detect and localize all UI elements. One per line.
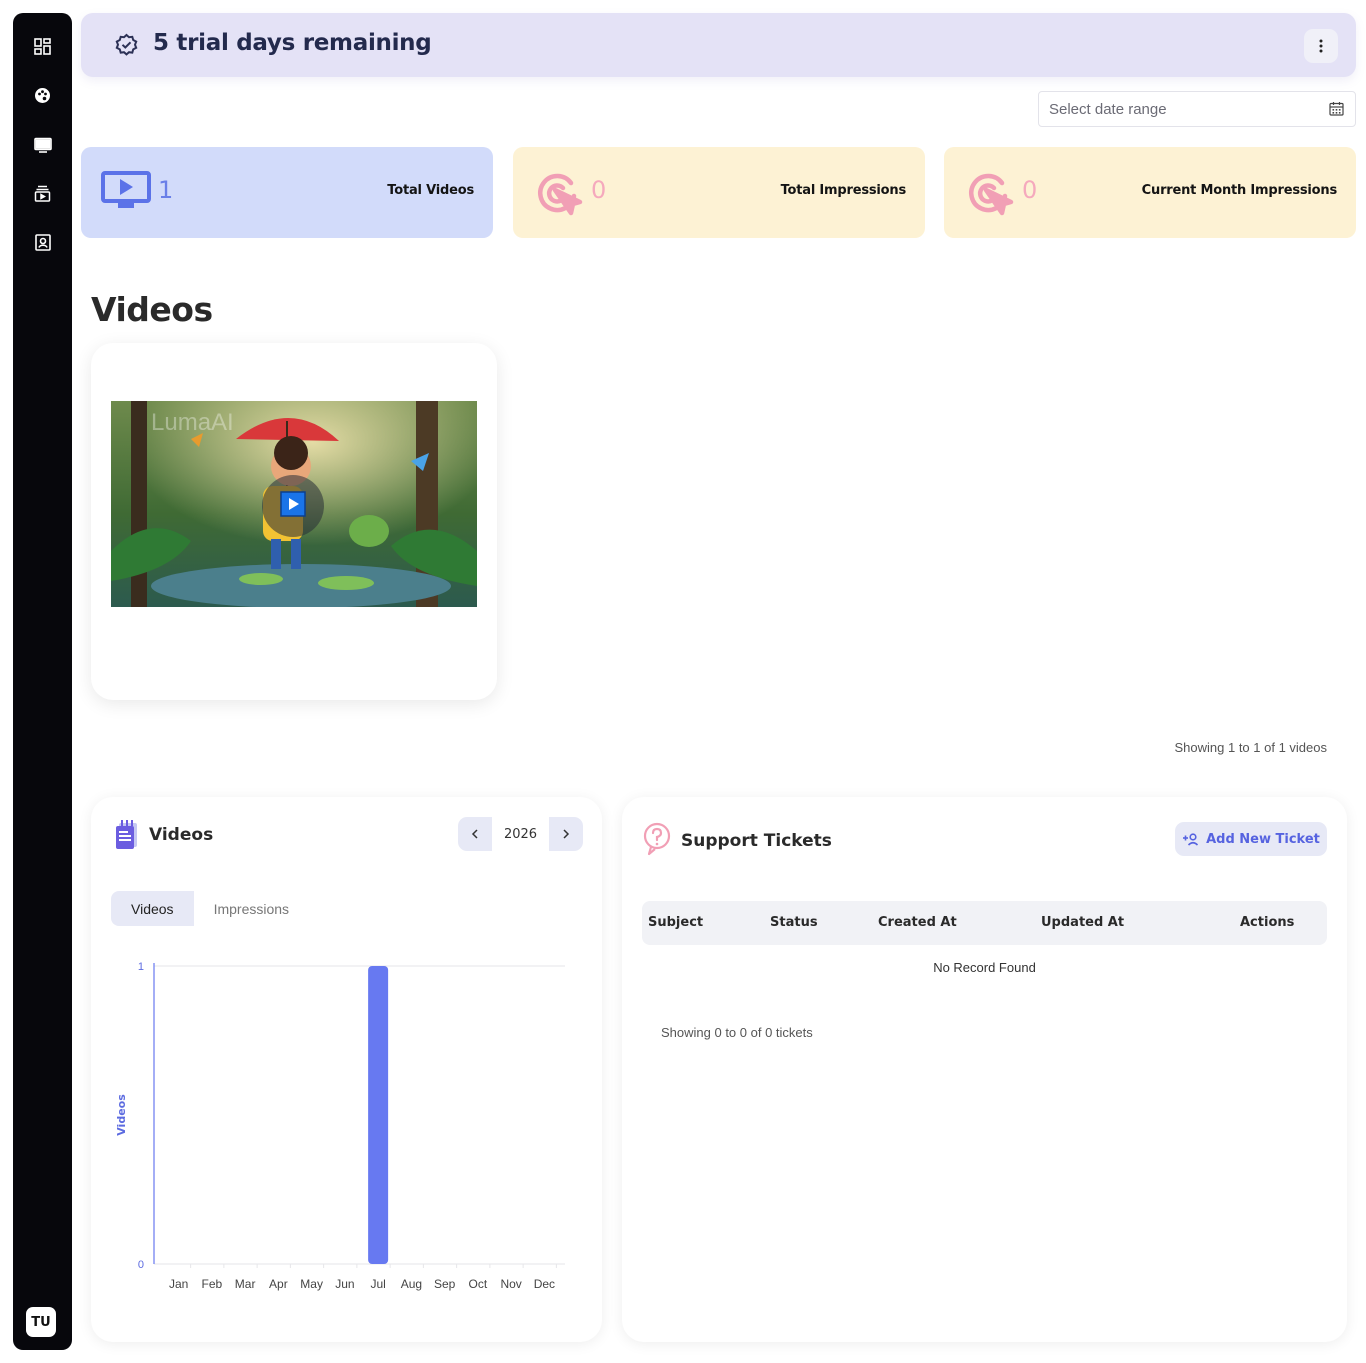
stat-value: 0 (591, 176, 607, 204)
calendar-icon[interactable] (1329, 101, 1344, 120)
stat-card-total-impressions: 0 Total Impressions (513, 147, 925, 238)
tickets-title: Support Tickets (681, 831, 832, 851)
stat-label: Total Impressions (780, 183, 907, 198)
stat-label: Total Videos (387, 183, 474, 198)
column-created-at[interactable]: Created At (878, 915, 957, 930)
x-tick-label: Mar (235, 1277, 256, 1291)
chart-title: Videos (149, 825, 214, 845)
tab-videos[interactable]: Videos (111, 891, 194, 926)
video-monitor-icon (101, 169, 151, 215)
question-circle-icon (642, 822, 672, 860)
more-vertical-icon (1319, 39, 1323, 53)
chevron-right-icon (563, 829, 570, 839)
column-actions: Actions (1240, 915, 1295, 930)
tickets-empty-state: No Record Found (933, 960, 1036, 975)
contact-icon[interactable] (33, 233, 52, 252)
year-value: 2026 (492, 817, 549, 851)
column-status[interactable]: Status (770, 915, 818, 930)
videos-bar-chart: 0 1 Videos Jan Feb Mar Apr May Jun Jul Aug Sep Oct No… (115, 961, 565, 1291)
next-year-button[interactable] (549, 817, 583, 851)
thumbnail-watermark: LumaAI (151, 409, 234, 436)
x-tick-label: Aug (401, 1277, 422, 1291)
date-range-input[interactable] (1039, 92, 1319, 126)
video-card[interactable]: LumaAI (91, 343, 497, 700)
date-range-picker[interactable] (1038, 91, 1356, 127)
chart-tabs: Videos Impressions (111, 891, 309, 926)
videos-pagination-info: Showing 1 to 1 of 1 videos (1174, 740, 1328, 755)
chevron-left-icon (471, 829, 478, 839)
y-axis-label: Videos (115, 1094, 128, 1136)
column-updated-at[interactable]: Updated At (1041, 915, 1124, 930)
play-icon (280, 491, 306, 521)
x-tick-label: Dec (534, 1277, 555, 1291)
add-user-icon (1183, 832, 1199, 846)
trial-banner: 5 trial days remaining (81, 13, 1356, 77)
palette-icon[interactable] (33, 86, 52, 105)
sidebar: TU (13, 13, 72, 1350)
media-library-icon[interactable] (33, 184, 52, 203)
videos-heading: Videos (91, 290, 213, 329)
avatar[interactable]: TU (26, 1307, 56, 1337)
x-tick-label: Feb (202, 1277, 223, 1291)
x-tick-label: Jul (370, 1277, 385, 1291)
videos-chart-card: Videos 2026 Videos Impressions 0 1 Videos J… (91, 797, 602, 1342)
x-tick-label: Nov (500, 1277, 521, 1291)
target-click-icon (964, 169, 1014, 223)
play-button[interactable] (262, 475, 324, 537)
x-tick-label: Apr (269, 1277, 288, 1291)
tickets-table-header: Subject Status Created At Updated At Act… (642, 901, 1327, 945)
stat-card-current-month-impressions: 0 Current Month Impressions (944, 147, 1356, 238)
tickets-pagination-info: Showing 0 to 0 of 0 tickets (661, 1025, 813, 1040)
monitor-icon[interactable] (33, 135, 52, 154)
trial-days-remaining: 5 trial days remaining (153, 30, 432, 56)
y-tick-label: 1 (138, 961, 144, 973)
verified-badge-icon (114, 33, 139, 62)
add-new-ticket-label: Add New Ticket (1206, 831, 1320, 847)
add-new-ticket-button[interactable]: Add New Ticket (1175, 822, 1327, 856)
tab-impressions[interactable]: Impressions (194, 891, 309, 926)
x-tick-label: Sep (434, 1277, 456, 1291)
target-click-icon (533, 169, 583, 223)
bar-jul (368, 966, 389, 1264)
previous-year-button[interactable] (458, 817, 492, 851)
year-pager: 2026 (458, 817, 583, 851)
more-menu-button[interactable] (1304, 29, 1338, 63)
document-list-icon (114, 820, 140, 854)
x-tick-label: Jun (335, 1277, 354, 1291)
support-tickets-card: Support Tickets Add New Ticket Subject S… (622, 797, 1347, 1342)
column-subject[interactable]: Subject (648, 915, 703, 930)
x-tick-label: Jan (169, 1277, 188, 1291)
x-tick-label: May (300, 1277, 323, 1291)
stat-card-total-videos: 1 Total Videos (81, 147, 493, 238)
x-tick-label: Oct (469, 1277, 488, 1291)
stat-value: 1 (158, 176, 174, 204)
video-thumbnail[interactable]: LumaAI (111, 401, 477, 607)
y-tick-label: 0 (138, 1259, 144, 1271)
stat-value: 0 (1022, 176, 1038, 204)
dashboard-icon[interactable] (33, 37, 52, 56)
stat-label: Current Month Impressions (1141, 183, 1338, 198)
